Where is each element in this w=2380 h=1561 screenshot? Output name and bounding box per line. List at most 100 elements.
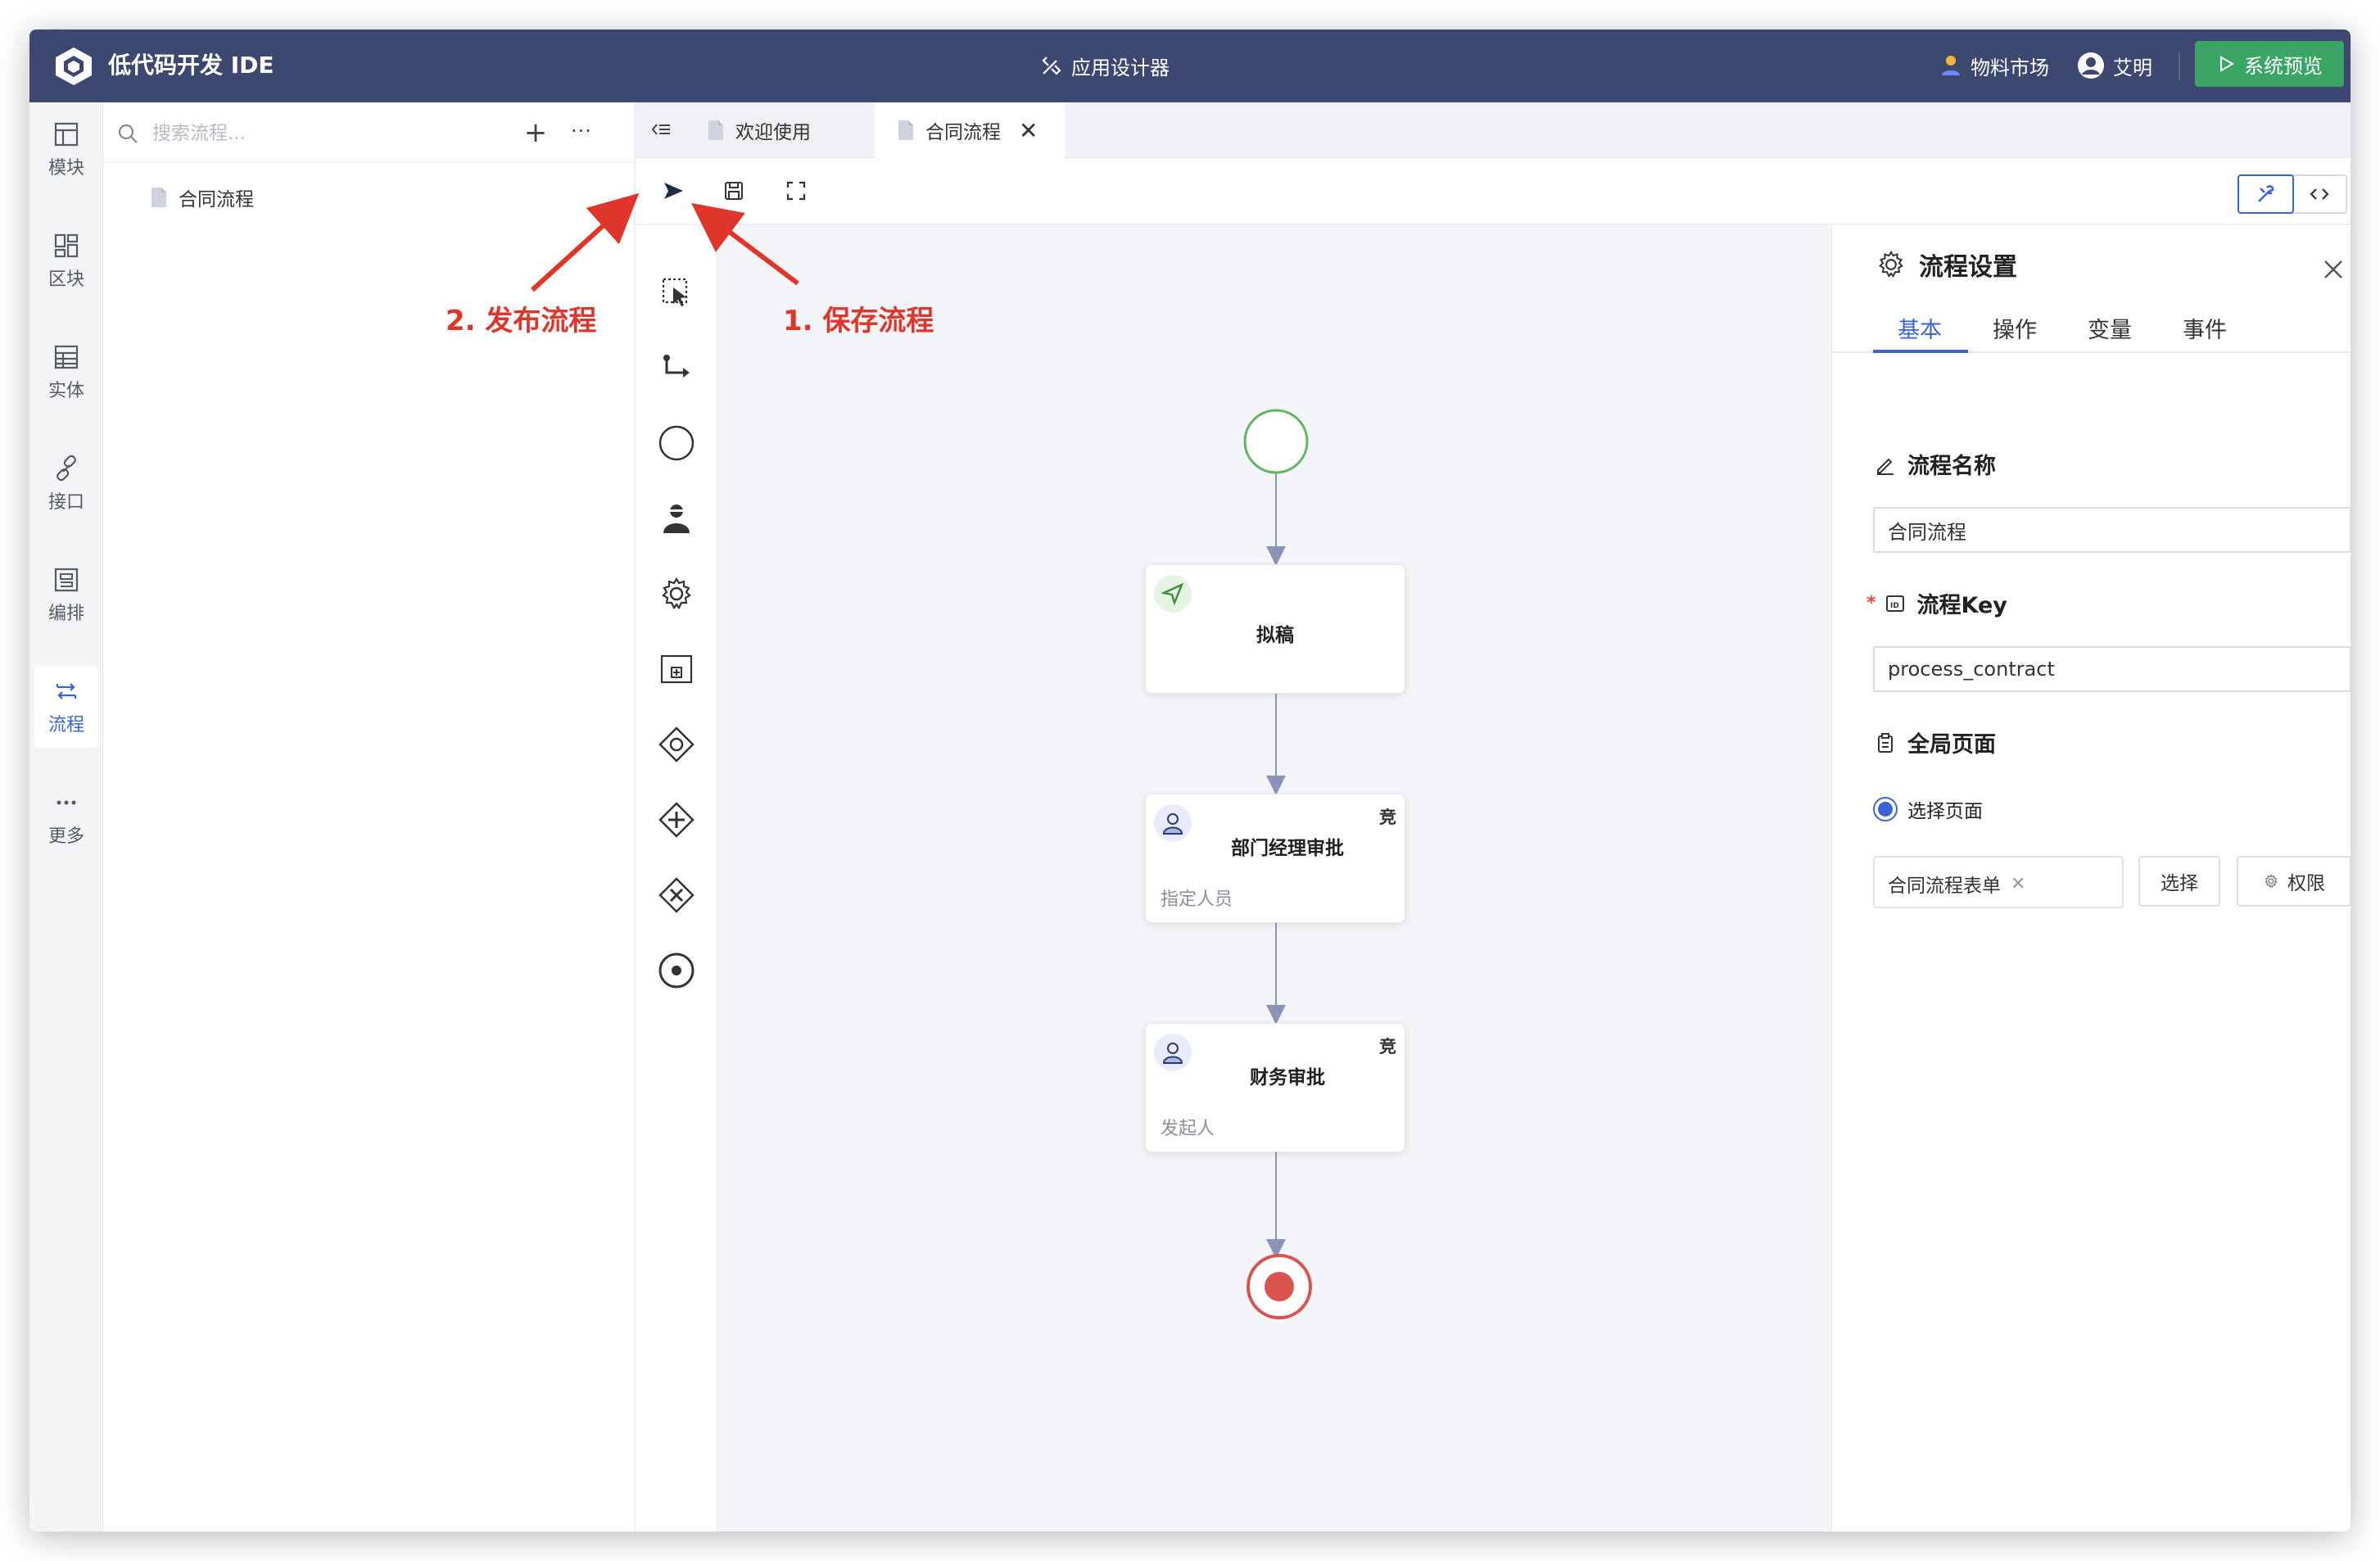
process-settings-panel: 流程设置 基本 操作 变量 事件 流程名称 * ID 流程Key 全局页面 选择… xyxy=(1831,225,2351,1532)
link-icon xyxy=(57,455,76,482)
connect-icon xyxy=(663,355,690,378)
close-tab-icon[interactable]: ✕ xyxy=(1019,117,1038,144)
tab-basic[interactable]: 基本 xyxy=(1898,312,1942,344)
permissions-button-label: 权限 xyxy=(2287,873,2325,894)
palette-service-task[interactable] xyxy=(655,572,698,615)
page-tag-label: 合同流程表单 xyxy=(1888,876,2001,897)
palette-gateway[interactable] xyxy=(655,723,698,766)
lasso-select-icon xyxy=(662,278,688,306)
palette-lasso[interactable] xyxy=(655,271,698,314)
publish-icon[interactable] xyxy=(660,178,686,204)
tab-actions[interactable]: 操作 xyxy=(1993,312,2037,344)
more-options-button[interactable]: ··· xyxy=(567,119,596,148)
clipboard-icon xyxy=(1878,732,1893,753)
close-panel-icon[interactable] xyxy=(2322,258,2345,281)
add-flow-button[interactable]: + xyxy=(521,119,550,148)
flow-icon xyxy=(56,683,77,699)
tab-welcome[interactable]: 欢迎使用 xyxy=(685,102,873,158)
rail-item-modules[interactable]: 模块 xyxy=(34,109,98,191)
rail-item-more[interactable]: 更多 xyxy=(34,777,98,859)
panel-header: 流程设置 xyxy=(1875,247,2017,283)
tools-icon xyxy=(2257,185,2274,202)
field-label-text: 全局页面 xyxy=(1907,732,1996,758)
app-designer-button[interactable]: 应用设计器 xyxy=(1040,49,1170,82)
radio-button[interactable] xyxy=(1873,797,1898,821)
task-draft[interactable]: 拟稿 xyxy=(1145,564,1405,694)
rail-item-api[interactable]: 接口 xyxy=(34,443,98,525)
rail-item-orchestration[interactable]: 编排 xyxy=(34,554,98,636)
id-icon: ID xyxy=(1885,595,1904,612)
logo-icon xyxy=(56,48,92,85)
process-name-label: 流程名称 xyxy=(1875,448,1996,480)
process-canvas[interactable]: 拟稿 竞 部门经理审批 指定人员 竞 财务审批 发起人 xyxy=(717,225,1831,1532)
rail-item-blocks[interactable]: 区块 xyxy=(34,220,98,302)
required-mark: * xyxy=(1866,593,1876,613)
collapse-sidebar-icon[interactable] xyxy=(649,117,673,142)
palette-parallel-gateway[interactable] xyxy=(655,799,698,841)
user-task-icon xyxy=(663,504,690,533)
select-page-radio[interactable]: 选择页面 xyxy=(1873,795,1983,823)
save-icon[interactable] xyxy=(721,178,747,204)
gateway-icon xyxy=(658,726,695,762)
code-mode-button[interactable] xyxy=(2292,176,2346,212)
top-header: 低代码开发 IDE 应用设计器 物料市场 艾明 系统预览 xyxy=(29,29,2351,102)
search-input[interactable] xyxy=(152,117,464,150)
remove-tag-icon[interactable]: ✕ xyxy=(2011,874,2025,894)
end-event-dot xyxy=(1265,1272,1294,1301)
node-title: 财务审批 xyxy=(1250,1067,1325,1088)
rail-item-entities[interactable]: 实体 xyxy=(34,332,98,414)
svg-text:ID: ID xyxy=(1890,602,1899,610)
field-label-text: 流程Key xyxy=(1916,593,2007,618)
palette-exclusive-gateway[interactable] xyxy=(655,874,698,916)
settings-tabs: 基本 操作 变量 事件 xyxy=(1832,301,2351,353)
rail-label: 更多 xyxy=(48,826,84,847)
bpmn-palette xyxy=(636,225,717,1532)
end-event-icon xyxy=(658,952,695,989)
rail-label: 接口 xyxy=(48,492,84,513)
system-preview-label: 系统预览 xyxy=(2244,54,2323,78)
palette-subprocess[interactable] xyxy=(655,648,698,690)
start-event[interactable] xyxy=(1243,409,1309,474)
app-title: 低代码开发 IDE xyxy=(108,52,274,79)
palette-user-task[interactable] xyxy=(655,497,698,540)
table-icon xyxy=(54,345,79,369)
layout-icon xyxy=(54,122,79,147)
process-key-input[interactable] xyxy=(1873,646,2351,692)
select-page-button[interactable]: 选择 xyxy=(2138,856,2220,907)
fullscreen-icon[interactable] xyxy=(783,178,809,204)
task-dept-manager-approval[interactable]: 竞 部门经理审批 指定人员 xyxy=(1145,794,1405,923)
subprocess-icon xyxy=(660,654,693,684)
tab-contract-flow[interactable]: 合同流程 ✕ xyxy=(875,102,1065,158)
process-name-input[interactable] xyxy=(1873,507,2351,553)
editor-toolbar xyxy=(636,158,2351,225)
design-mode-button[interactable] xyxy=(2237,174,2294,214)
start-event-icon xyxy=(658,425,695,461)
radio-label: 选择页面 xyxy=(1907,801,1983,822)
rail-label: 模块 xyxy=(48,158,84,179)
app-designer-label: 应用设计器 xyxy=(1071,56,1170,79)
person-icon xyxy=(1942,56,1960,75)
edit-icon xyxy=(1877,458,1894,475)
palette-start-event[interactable] xyxy=(655,422,698,464)
send-icon xyxy=(1154,575,1192,613)
user-menu[interactable]: 艾明 xyxy=(2077,49,2152,82)
palette-connect[interactable] xyxy=(655,346,698,389)
materials-market-button[interactable]: 物料市场 xyxy=(1939,49,2049,82)
system-preview-button[interactable]: 系统预览 xyxy=(2195,41,2344,87)
selected-page-box[interactable]: 合同流程表单 ✕ xyxy=(1873,856,2124,908)
tab-events[interactable]: 事件 xyxy=(2183,312,2227,344)
tree-item-contract-flow[interactable]: 合同流程 xyxy=(151,183,254,212)
header-divider xyxy=(2179,52,2180,80)
annotation-publish: 2. 发布流程 xyxy=(446,305,597,337)
tab-label: 合同流程 xyxy=(925,122,1001,143)
palette-end-event[interactable] xyxy=(655,949,698,992)
node-title: 拟稿 xyxy=(1256,625,1294,646)
global-page-label: 全局页面 xyxy=(1875,726,1996,758)
user-avatar-icon xyxy=(2078,52,2104,79)
rail-item-flow[interactable]: 流程 xyxy=(34,666,98,748)
select-button-label: 选择 xyxy=(2161,873,2198,894)
permissions-button[interactable]: 权限 xyxy=(2237,856,2351,907)
tab-variables[interactable]: 变量 xyxy=(2088,312,2132,344)
radio-dot xyxy=(1878,802,1893,817)
task-finance-approval[interactable]: 竞 财务审批 发起人 xyxy=(1145,1023,1405,1152)
